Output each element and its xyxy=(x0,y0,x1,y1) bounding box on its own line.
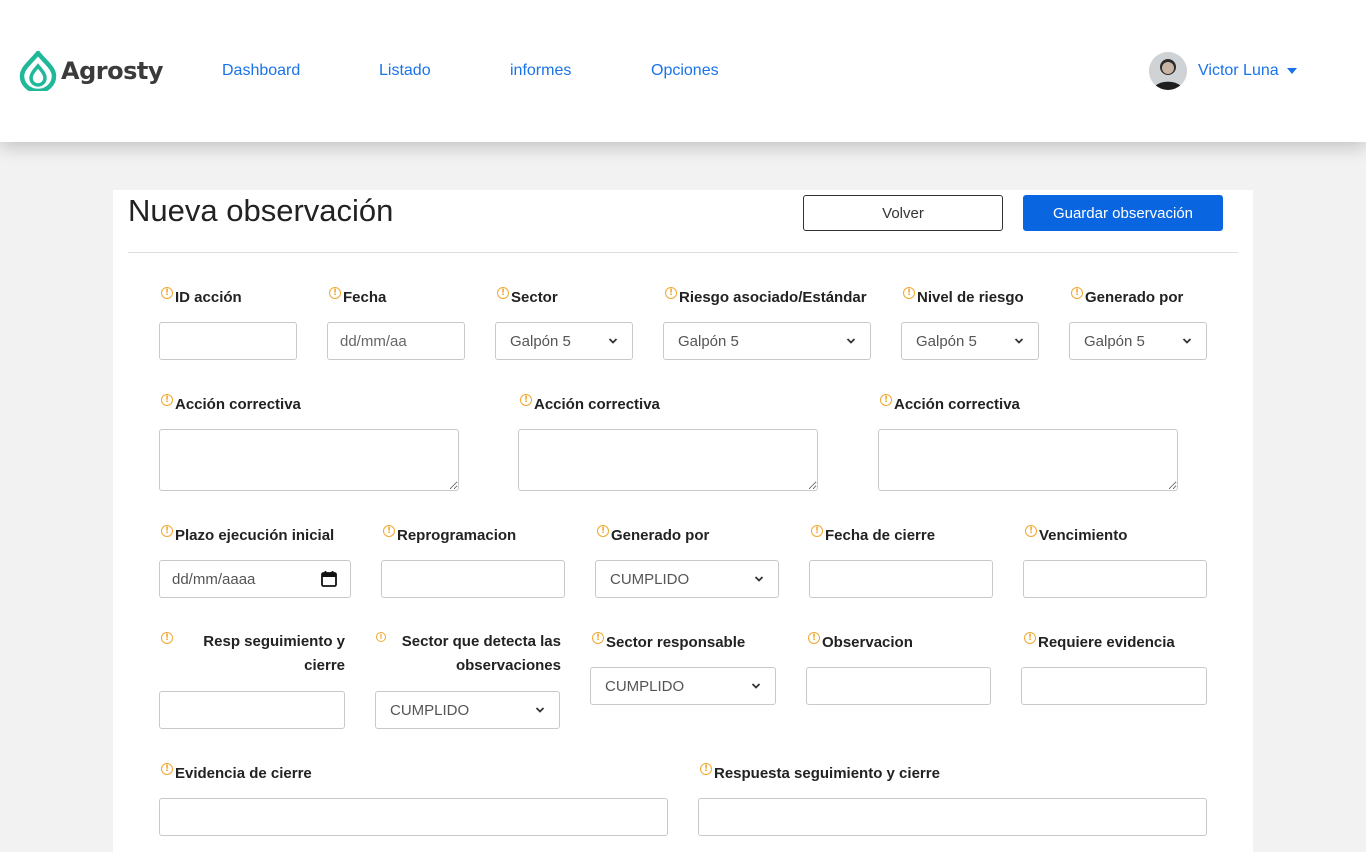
label-nivel-riesgo: Nivel de riesgo xyxy=(917,289,1024,306)
divider xyxy=(128,252,1238,253)
warning-icon: ! xyxy=(811,525,823,537)
warning-icon: ! xyxy=(161,287,173,299)
brand-logo[interactable]: Agrosty xyxy=(19,51,163,91)
label-observacion: Observacion xyxy=(822,634,913,651)
save-observation-button[interactable]: Guardar observación xyxy=(1023,195,1223,231)
accion-correctiva-1-textarea[interactable] xyxy=(159,429,459,491)
plazo-value: dd/mm/aaaa xyxy=(172,570,256,588)
label-requiere-evidencia: Requiere evidencia xyxy=(1038,634,1175,651)
label-resp-seguimiento: Resp seguimiento y cierre xyxy=(203,633,345,674)
chevron-down-icon xyxy=(754,576,764,582)
riesgo-select[interactable]: Galpón 5 xyxy=(663,322,871,360)
chevron-down-icon xyxy=(608,338,618,344)
sector-detecta-select[interactable]: CUMPLIDO xyxy=(375,691,560,729)
warning-icon: ! xyxy=(161,763,173,775)
respuesta-seguimiento-input[interactable] xyxy=(698,798,1207,836)
label-generado-por-2: Generado por xyxy=(611,527,710,544)
avatar xyxy=(1149,52,1187,90)
warning-icon: ! xyxy=(161,394,173,406)
warning-icon: ! xyxy=(329,287,341,299)
sector-select[interactable]: Galpón 5 xyxy=(495,322,633,360)
label-accion-correctiva-3: Acción correctiva xyxy=(894,396,1020,413)
chevron-down-icon xyxy=(846,338,856,344)
page-title: Nueva observación xyxy=(128,193,394,228)
warning-icon: ! xyxy=(1024,632,1036,644)
chevron-down-icon xyxy=(1014,338,1024,344)
user-menu[interactable]: Victor Luna xyxy=(1149,52,1297,90)
nav-informes[interactable]: informes xyxy=(510,62,571,80)
warning-icon: ! xyxy=(665,287,677,299)
label-vencimiento: Vencimiento xyxy=(1039,527,1128,544)
warning-icon: ! xyxy=(880,394,892,406)
label-fecha-cierre: Fecha de cierre xyxy=(825,527,936,544)
generado-por-select[interactable]: Galpón 5 xyxy=(1069,322,1207,360)
label-sector-detecta: Sector que detecta las observaciones xyxy=(401,633,561,674)
label-accion-correctiva-1: Acción correctiva xyxy=(175,396,301,413)
reprogramacion-input[interactable] xyxy=(381,560,565,598)
warning-icon: ! xyxy=(592,632,604,644)
fecha-cierre-input[interactable] xyxy=(809,560,993,598)
sector-responsable-value: CUMPLIDO xyxy=(605,677,685,695)
sector-value: Galpón 5 xyxy=(510,332,571,350)
user-name: Victor Luna xyxy=(1198,62,1279,79)
chevron-down-icon xyxy=(535,707,545,713)
nivel-riesgo-select[interactable]: Galpón 5 xyxy=(901,322,1039,360)
sector-responsable-select[interactable]: CUMPLIDO xyxy=(590,667,776,705)
observacion-input[interactable] xyxy=(806,667,991,705)
chevron-down-icon xyxy=(1182,338,1192,344)
id-accion-input[interactable] xyxy=(159,322,297,360)
warning-icon: ! xyxy=(1025,525,1037,537)
evidencia-cierre-input[interactable] xyxy=(159,798,668,836)
warning-icon: ! xyxy=(597,525,609,537)
sector-detecta-value: CUMPLIDO xyxy=(390,701,470,719)
label-plazo: Plazo ejecución inicial xyxy=(175,527,335,544)
plazo-date-input[interactable]: dd/mm/aaaa xyxy=(159,560,351,598)
warning-icon: ! xyxy=(383,525,395,537)
label-id-accion: ID acción xyxy=(175,289,242,306)
warning-icon: ! xyxy=(376,632,386,642)
chevron-down-icon xyxy=(751,683,761,689)
generado-por-value: Galpón 5 xyxy=(1084,332,1145,350)
nav-dashboard[interactable]: Dashboard xyxy=(222,62,300,80)
back-button[interactable]: Volver xyxy=(803,195,1003,231)
warning-icon: ! xyxy=(1071,287,1083,299)
generado-por-2-value: CUMPLIDO xyxy=(610,570,690,588)
chevron-down-icon xyxy=(1286,68,1297,74)
nivel-riesgo-value: Galpón 5 xyxy=(916,332,977,350)
requiere-evidencia-input[interactable] xyxy=(1021,667,1207,705)
warning-icon: ! xyxy=(497,287,509,299)
label-generado-por: Generado por xyxy=(1085,289,1184,306)
warning-icon: ! xyxy=(161,632,173,644)
generado-por-2-select[interactable]: CUMPLIDO xyxy=(595,560,779,598)
accion-correctiva-3-textarea[interactable] xyxy=(878,429,1178,491)
label-accion-correctiva-2: Acción correctiva xyxy=(534,396,660,413)
brand-name: Agrosty xyxy=(61,57,163,85)
accion-correctiva-2-textarea[interactable] xyxy=(518,429,818,491)
label-fecha: Fecha xyxy=(343,289,387,306)
nav-opciones[interactable]: Opciones xyxy=(651,62,719,80)
vencimiento-input[interactable] xyxy=(1023,560,1207,598)
label-riesgo: Riesgo asociado/Estándar xyxy=(679,289,867,306)
label-evidencia-cierre: Evidencia de cierre xyxy=(175,765,312,782)
label-sector: Sector xyxy=(511,289,558,306)
fecha-input[interactable] xyxy=(327,322,465,360)
riesgo-value: Galpón 5 xyxy=(678,332,739,350)
warning-icon: ! xyxy=(161,525,173,537)
nav-listado[interactable]: Listado xyxy=(379,62,431,80)
warning-icon: ! xyxy=(520,394,532,406)
warning-icon: ! xyxy=(903,287,915,299)
label-reprogramacion: Reprogramacion xyxy=(397,527,517,544)
drop-logo-icon xyxy=(19,51,57,91)
resp-seguimiento-input[interactable] xyxy=(159,691,345,729)
warning-icon: ! xyxy=(808,632,820,644)
label-respuesta-seguimiento: Respuesta seguimiento y cierre xyxy=(714,765,940,782)
warning-icon: ! xyxy=(700,763,712,775)
top-navbar: Agrosty Dashboard Listado informes Opcio… xyxy=(0,0,1366,142)
label-sector-responsable: Sector responsable xyxy=(606,634,746,651)
calendar-icon[interactable] xyxy=(320,570,338,588)
